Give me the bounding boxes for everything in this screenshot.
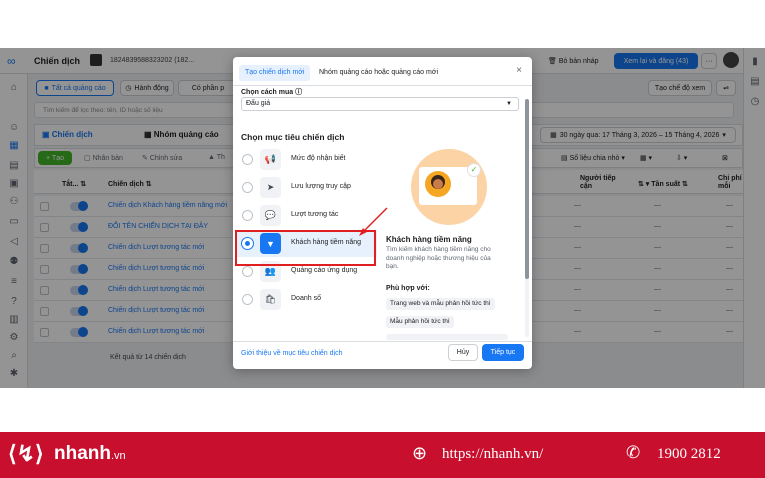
screenshot: ∞ Chiến dịch 1824839588323202 (182... 🗑 … (0, 0, 765, 478)
person-avatar (425, 171, 451, 197)
phone-icon: ✆ (626, 443, 641, 462)
scrollbar-thumb[interactable] (525, 99, 529, 279)
divider (233, 85, 532, 86)
objective-option[interactable]: ➤ Lưu lượng truy cập (237, 175, 377, 201)
objective-radio[interactable] (242, 266, 253, 277)
buy-type-label-text: Chọn cách mua (241, 89, 294, 96)
buy-type-label: Chọn cách mua ⓘ (241, 87, 302, 97)
objective-label: Mức độ nhận biết (291, 155, 346, 162)
continue-button[interactable]: Tiếp tục (482, 344, 524, 361)
close-icon[interactable]: × (516, 65, 522, 76)
buy-type-value: Đấu giá (246, 100, 271, 107)
scrollbar[interactable] (525, 99, 529, 337)
objective-radio[interactable] (242, 294, 253, 305)
chat-icon: 💬 (260, 205, 281, 226)
nhanh-logo-icon: ⟨↯⟩ (8, 441, 44, 466)
chip-web-instant-form: Trang web và mẫu phản hồi tức thì (386, 298, 495, 310)
detail-description: Tìm kiếm khách hàng tiềm năng cho doanh … (386, 246, 491, 270)
chip-more (386, 334, 508, 340)
objective-label: Quảng cáo ứng dụng (291, 267, 358, 274)
objective-label: Doanh số (291, 295, 321, 302)
info-icon: ⓘ (295, 89, 303, 96)
footer-divider (233, 341, 532, 342)
lead-illustration: ✓ (411, 149, 487, 225)
objective-radio[interactable] (242, 182, 253, 193)
phone-number[interactable]: 1900 2812 (657, 446, 721, 463)
brand-banner: ⟨↯⟩ nhanh.vn ⊕ https://nhanh.vn/ ✆ 1900 … (0, 432, 765, 478)
detail-title: Khách hàng tiềm năng (386, 235, 472, 244)
buy-type-select[interactable]: Đấu giá ▼ (241, 97, 519, 111)
annotation-arrow (359, 207, 388, 236)
megaphone-icon: 📢 (260, 149, 281, 170)
website-url[interactable]: https://nhanh.vn/ (442, 446, 543, 463)
tab-new-campaign[interactable]: Tạo chiến dịch mới (239, 65, 311, 81)
chip-instant-form: Mẫu phản hồi tức thì (386, 316, 454, 328)
cancel-button[interactable]: Hủy (448, 344, 478, 361)
objective-radio[interactable] (242, 154, 253, 165)
tab-new-adset-or-ad[interactable]: Nhóm quảng cáo hoặc quảng cáo mới (313, 65, 444, 81)
objective-heading: Chọn mục tiêu chiến dịch (241, 132, 345, 142)
learn-more-link[interactable]: Giới thiệu về mục tiêu chiến dịch (241, 350, 342, 357)
brand-text: nhanh (54, 443, 111, 464)
cancel-label: Hủy (456, 349, 470, 356)
bag-icon: 🛍 (260, 289, 281, 310)
objective-label: Lượt tương tác (291, 211, 339, 218)
objective-option[interactable]: 📢 Mức độ nhận biết (237, 147, 377, 173)
objective-radio[interactable] (242, 210, 253, 221)
check-badge: ✓ (467, 163, 481, 177)
brand-name: nhanh.vn (54, 443, 126, 465)
objective-option[interactable]: 🛍 Doanh số (237, 287, 377, 313)
cursor-icon: ➤ (260, 177, 281, 198)
objective-label: Lưu lượng truy cập (291, 183, 351, 190)
fit-label: Phù hợp với: (386, 285, 430, 292)
globe-icon: ⊕ (412, 443, 428, 463)
brand-suffix: .vn (111, 450, 126, 462)
caret-down-icon: ▼ (506, 101, 512, 107)
continue-label: Tiếp tục (490, 349, 516, 356)
